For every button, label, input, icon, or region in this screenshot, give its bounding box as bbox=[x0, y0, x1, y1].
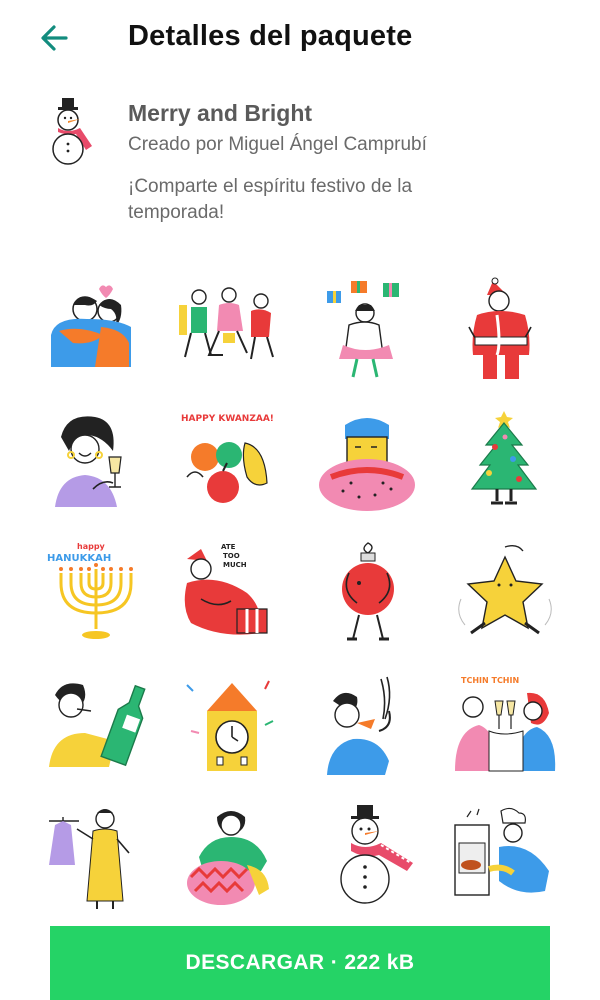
bundled-scarf-person-sticker bbox=[319, 418, 415, 511]
hugging-couple-sticker bbox=[51, 285, 131, 367]
sticker-6[interactable]: HAPPY KWANZAA! bbox=[172, 402, 292, 522]
pack-author: Creado por Miguel Ángel Camprubí bbox=[128, 134, 427, 155]
sticker-18[interactable] bbox=[172, 798, 292, 918]
hanukkah-menorah-sticker: happy HANUKKAH bbox=[47, 542, 133, 639]
sticker-8[interactable] bbox=[444, 402, 564, 522]
new-year-clock-sticker bbox=[186, 680, 274, 771]
snowman-sticker bbox=[340, 805, 413, 904]
download-button[interactable]: DESCARGAR · 222 kB bbox=[50, 926, 550, 1000]
ornament-hug-sticker bbox=[342, 542, 394, 641]
sticker-17[interactable] bbox=[36, 798, 156, 918]
sticker-16[interactable]: TCHIN TCHIN bbox=[444, 666, 564, 786]
sticker-15[interactable] bbox=[308, 666, 428, 786]
sticker-7[interactable] bbox=[308, 402, 428, 522]
sticker-10[interactable]: ATE TOO MUCH bbox=[172, 534, 292, 654]
pack-header: Merry and Bright Creado por Miguel Ángel… bbox=[0, 88, 600, 238]
sticker-caption-2: TOO bbox=[223, 552, 240, 560]
dress-shopping-sticker bbox=[49, 809, 130, 909]
sticker-3[interactable] bbox=[308, 270, 428, 390]
sticker-1[interactable] bbox=[36, 270, 156, 390]
sticker-4[interactable] bbox=[444, 270, 564, 390]
sticker-caption-3: MUCH bbox=[223, 561, 247, 569]
sticker-5[interactable] bbox=[36, 402, 156, 522]
download-label: DESCARGAR · 222 kB bbox=[185, 951, 415, 974]
pack-name: Merry and Bright bbox=[128, 100, 313, 126]
juggling-gifts-sticker bbox=[327, 281, 399, 378]
back-button[interactable] bbox=[34, 18, 78, 58]
santa-back-sticker bbox=[468, 277, 532, 379]
champagne-bottle-sticker bbox=[49, 683, 146, 767]
gift-wrapping-sticker bbox=[187, 811, 269, 905]
sticker-20[interactable] bbox=[444, 798, 564, 918]
star-sticker bbox=[458, 544, 552, 635]
pack-description: ¡Comparte el espíritu festivo de la temp… bbox=[128, 176, 413, 223]
sticker-14[interactable] bbox=[172, 666, 292, 786]
sticker-caption-1: ATE bbox=[221, 543, 236, 551]
sticker-caption: HAPPY KWANZAA! bbox=[181, 414, 274, 424]
sticker-11[interactable] bbox=[308, 534, 428, 654]
sticker-12[interactable] bbox=[444, 534, 564, 654]
sticker-caption-bottom: HANUKKAH bbox=[47, 553, 111, 564]
woman-toasting-sticker bbox=[55, 416, 122, 507]
app-bar: Detalles del paquete bbox=[0, 0, 600, 80]
sticker-13[interactable] bbox=[36, 666, 156, 786]
dancing-group-sticker bbox=[179, 287, 274, 360]
sticker-caption: TCHIN TCHIN bbox=[461, 676, 519, 685]
chef-oven-sticker bbox=[454, 807, 549, 896]
party-horn-sticker bbox=[327, 676, 391, 775]
tchin-tchin-toast-sticker: TCHIN TCHIN bbox=[455, 676, 556, 772]
sticker-19[interactable] bbox=[308, 798, 428, 918]
arrow-back-icon bbox=[41, 25, 68, 51]
page-title: Detalles del paquete bbox=[128, 20, 413, 52]
kwanzaa-fruits-sticker: HAPPY KWANZAA! bbox=[181, 414, 274, 503]
sticker-caption-top: happy bbox=[77, 542, 106, 551]
santa-ate-too-much-sticker: ATE TOO MUCH bbox=[184, 543, 268, 635]
sticker-2[interactable] bbox=[172, 270, 292, 390]
sticker-grid: HAPPY KWANZAA! happy HANUKKAH ATE TOO MU… bbox=[36, 270, 566, 924]
christmas-tree-sticker bbox=[470, 411, 538, 505]
sticker-9[interactable]: happy HANUKKAH bbox=[36, 534, 156, 654]
snowman-icon bbox=[52, 98, 92, 165]
